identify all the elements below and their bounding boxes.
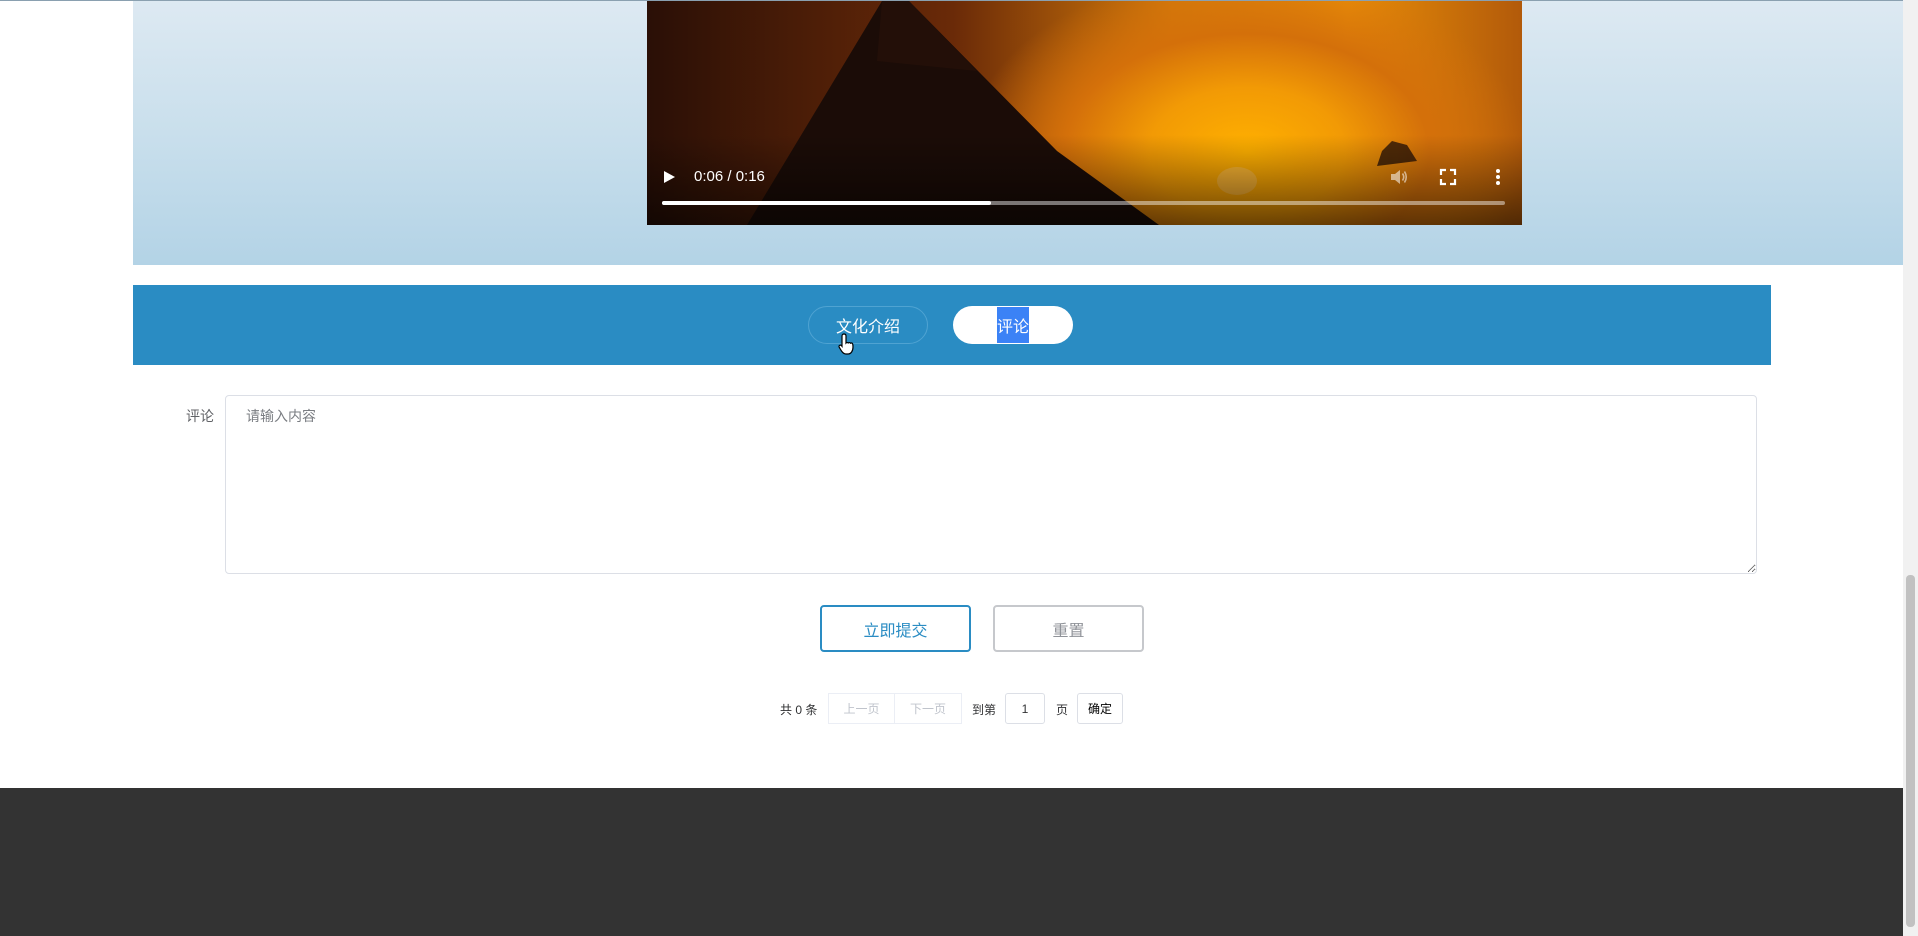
page: 0:06 / 0:16 文化介绍 评论 评论 请输入内容 立即提交 重置 共 0… xyxy=(0,0,1903,936)
footer xyxy=(0,788,1903,936)
submit-button[interactable]: 立即提交 xyxy=(820,605,971,652)
video-progress-fill xyxy=(662,201,991,205)
video-time: 0:06 / 0:16 xyxy=(694,168,765,185)
tab-culture-intro[interactable]: 文化介绍 xyxy=(808,306,928,344)
hero-banner: 0:06 / 0:16 xyxy=(133,1,1903,265)
comment-textarea[interactable] xyxy=(225,395,1757,574)
fullscreen-icon[interactable] xyxy=(1439,168,1457,186)
play-icon[interactable] xyxy=(661,169,677,185)
pagination-total: 共 0 条 xyxy=(780,703,818,717)
confirm-page-button[interactable]: 确定 xyxy=(1077,693,1123,724)
scrollbar-thumb[interactable] xyxy=(1906,575,1915,927)
comment-label: 评论 xyxy=(186,408,214,424)
tab-bar: 文化介绍 评论 xyxy=(133,285,1771,365)
tab-label: 文化介绍 xyxy=(835,319,900,336)
page-number-input[interactable] xyxy=(1005,693,1045,724)
next-page-button[interactable]: 下一页 xyxy=(894,693,962,724)
volume-icon[interactable] xyxy=(1389,167,1409,187)
pagination-goto-label: 到第 xyxy=(972,703,997,717)
tab-comment[interactable]: 评论 xyxy=(953,306,1073,344)
video-progress-track[interactable] xyxy=(662,201,1505,205)
tab-label: 评论 xyxy=(996,307,1029,343)
reset-button[interactable]: 重置 xyxy=(993,605,1144,652)
prev-page-button[interactable]: 上一页 xyxy=(828,693,895,724)
video-player[interactable]: 0:06 / 0:16 xyxy=(647,1,1522,225)
more-options-icon[interactable] xyxy=(1489,167,1507,187)
page-scrollbar[interactable] xyxy=(1903,0,1918,936)
pagination-unit-label: 页 xyxy=(1056,703,1069,717)
